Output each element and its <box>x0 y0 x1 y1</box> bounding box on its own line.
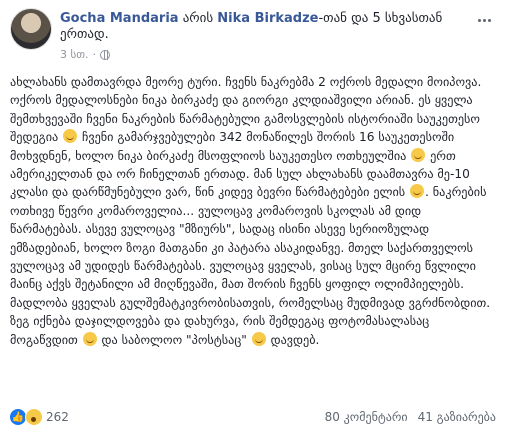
author-name[interactable]: Gocha Mandaria <box>60 11 179 26</box>
facebook-post: Gocha Mandaria არის Nika Birkadze-თან და… <box>0 0 506 444</box>
post-body: ახლახანს დამთავრდა მეორე ტური. ჩვენს ნაკ… <box>10 75 495 347</box>
more-options-button[interactable] <box>474 10 494 30</box>
reactions-summary[interactable]: 👍 262 <box>10 408 69 426</box>
author-line: Gocha Mandaria არის Nika Birkadze-თან და… <box>60 11 468 43</box>
wow-reaction-icon <box>25 408 43 426</box>
globe-icon <box>100 49 111 60</box>
reactions-count[interactable]: 262 <box>46 410 69 424</box>
author-avatar[interactable] <box>10 8 52 50</box>
like-reaction-icon: 👍 <box>10 409 26 425</box>
comments-count[interactable]: 80 კომენტარი <box>325 410 408 424</box>
with-others-text[interactable]: -თან და 5 სხვასთან <box>318 11 442 26</box>
action-text: არის <box>182 11 214 26</box>
post-header: Gocha Mandaria არის Nika Birkadze-თან და… <box>10 8 498 64</box>
smile-emoji-icon <box>411 147 426 162</box>
post-stats: 80 კომენტარი 41 გაზიარება <box>325 410 496 424</box>
post-meta: 3 სთ. · <box>60 48 111 61</box>
tagged-person[interactable]: Nika Birkadze <box>217 11 318 26</box>
smile-emoji-icon <box>63 129 78 144</box>
post-footer: 👍 262 80 კომენტარი 41 გაზიარება <box>10 406 496 428</box>
post-time[interactable]: 3 სთ. <box>60 48 89 61</box>
more-icon <box>477 18 481 22</box>
smile-emoji-icon <box>82 331 97 346</box>
smile-emoji-icon <box>410 184 425 199</box>
together-text: ერთად. <box>60 27 109 42</box>
shares-count[interactable]: 41 გაზიარება <box>418 410 496 424</box>
smile-emoji-icon <box>251 331 266 346</box>
